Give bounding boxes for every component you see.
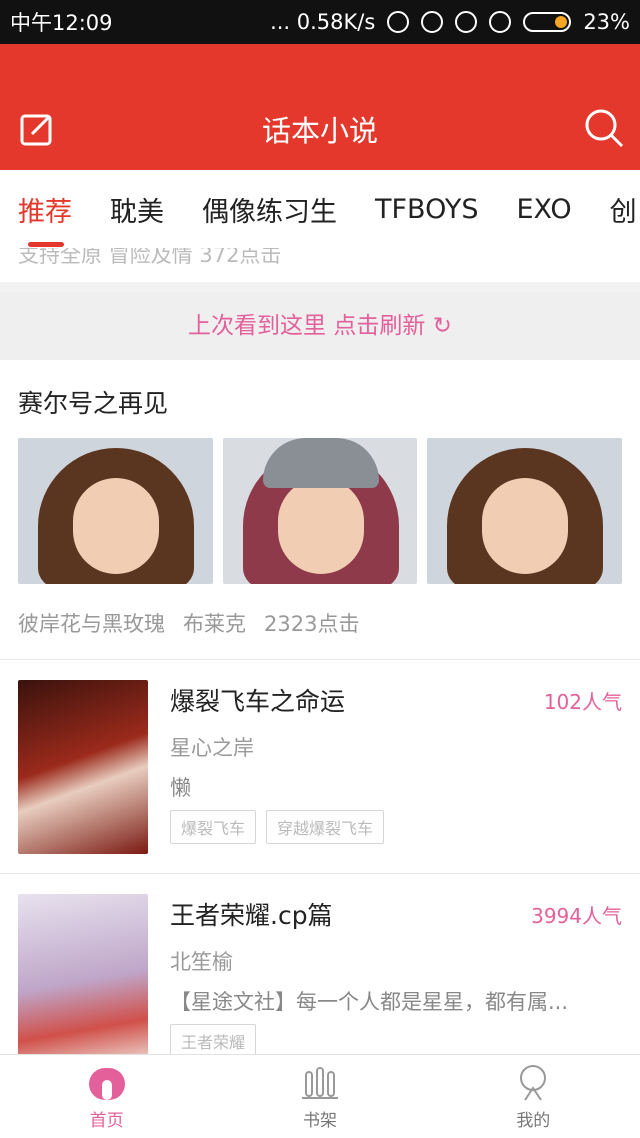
- partial-list-item[interactable]: 支持全原 冒险及情 372点击: [0, 248, 640, 282]
- book-author: 北笙榆: [170, 950, 233, 974]
- battery-icon: [523, 12, 572, 32]
- tab-exo[interactable]: EXO: [516, 194, 571, 225]
- moon-icon: [387, 11, 410, 33]
- featured-story-card[interactable]: 赛尔号之再见 彼岸花与黑玫瑰 布莱克 2323点击: [0, 360, 640, 660]
- book-item[interactable]: 王者荣耀.cp篇 3994人气 北笙榆 【星途文社】每一个人都是星星，都有属..…: [0, 874, 640, 1054]
- featured-image: [18, 438, 213, 584]
- book-title: 爆裂飞车之命运: [170, 687, 346, 716]
- alarm-icon: [455, 11, 478, 33]
- app-bar: 话本小说: [0, 44, 640, 170]
- book-author: 星心之岸: [170, 736, 254, 760]
- refresh-banner[interactable]: 上次看到这里 点击刷新 ↻: [0, 292, 640, 360]
- search-icon[interactable]: [584, 108, 624, 148]
- featured-image: [427, 438, 623, 584]
- tab-recommend[interactable]: 推荐: [18, 190, 72, 247]
- home-icon: [88, 1068, 125, 1100]
- category-tabs: 推荐 耽美 偶像练习生 TFBOYS EXO 创: [0, 170, 640, 248]
- status-time: 中午12:09: [10, 11, 113, 35]
- book-tag[interactable]: 穿越爆裂飞车: [266, 810, 385, 844]
- wifi-icon: [489, 11, 512, 33]
- page-title: 话本小说: [261, 114, 378, 148]
- nav-label: 书架: [302, 1111, 337, 1131]
- tab-idol-trainee[interactable]: 偶像练习生: [202, 190, 337, 229]
- book-item[interactable]: 爆裂飞车之命运 102人气 星心之岸 懒 爆裂飞车 穿越爆裂飞车: [0, 660, 640, 874]
- bookshelf-icon: [301, 1067, 338, 1099]
- book-cover: [18, 680, 148, 854]
- nav-home[interactable]: 首页: [0, 1055, 213, 1138]
- nav-bookshelf[interactable]: 书架: [213, 1055, 426, 1138]
- popularity-count: 3994人气: [531, 904, 622, 928]
- battery-percent: 23%: [583, 10, 630, 34]
- featured-image: [222, 438, 418, 584]
- tab-original[interactable]: 创: [610, 190, 637, 229]
- profile-icon: [520, 1065, 547, 1101]
- featured-author: 彼岸花与黑玫瑰: [18, 612, 165, 636]
- network-speed: ... 0.58K/s: [270, 10, 376, 34]
- book-tag[interactable]: 爆裂飞车: [170, 810, 257, 844]
- feed[interactable]: 支持全原 冒险及情 372点击 上次看到这里 点击刷新 ↻ 赛尔号之再见 彼岸花…: [0, 248, 640, 1054]
- tab-danmei[interactable]: 耽美: [110, 190, 164, 229]
- popularity-count: 102人气: [543, 690, 622, 714]
- featured-clicks: 2323点击: [264, 612, 360, 636]
- book-tag[interactable]: 王者荣耀: [170, 1024, 257, 1054]
- book-cover: [18, 894, 148, 1054]
- bottom-nav: 首页 书架 我的: [0, 1054, 640, 1138]
- featured-tag: 布莱克: [183, 612, 246, 636]
- status-bar: 中午12:09 ... 0.58K/s 23%: [0, 0, 640, 44]
- book-description: 懒: [170, 776, 191, 800]
- nav-label: 我的: [516, 1111, 551, 1131]
- bluetooth-icon: [421, 11, 444, 33]
- nav-label: 首页: [89, 1111, 124, 1131]
- book-title: 王者荣耀.cp篇: [170, 901, 333, 930]
- book-description: 【星途文社】每一个人都是星星，都有属...: [170, 990, 569, 1014]
- featured-title: 赛尔号之再见: [18, 389, 169, 418]
- tab-tfboys[interactable]: TFBOYS: [375, 194, 478, 225]
- nav-profile[interactable]: 我的: [427, 1055, 640, 1138]
